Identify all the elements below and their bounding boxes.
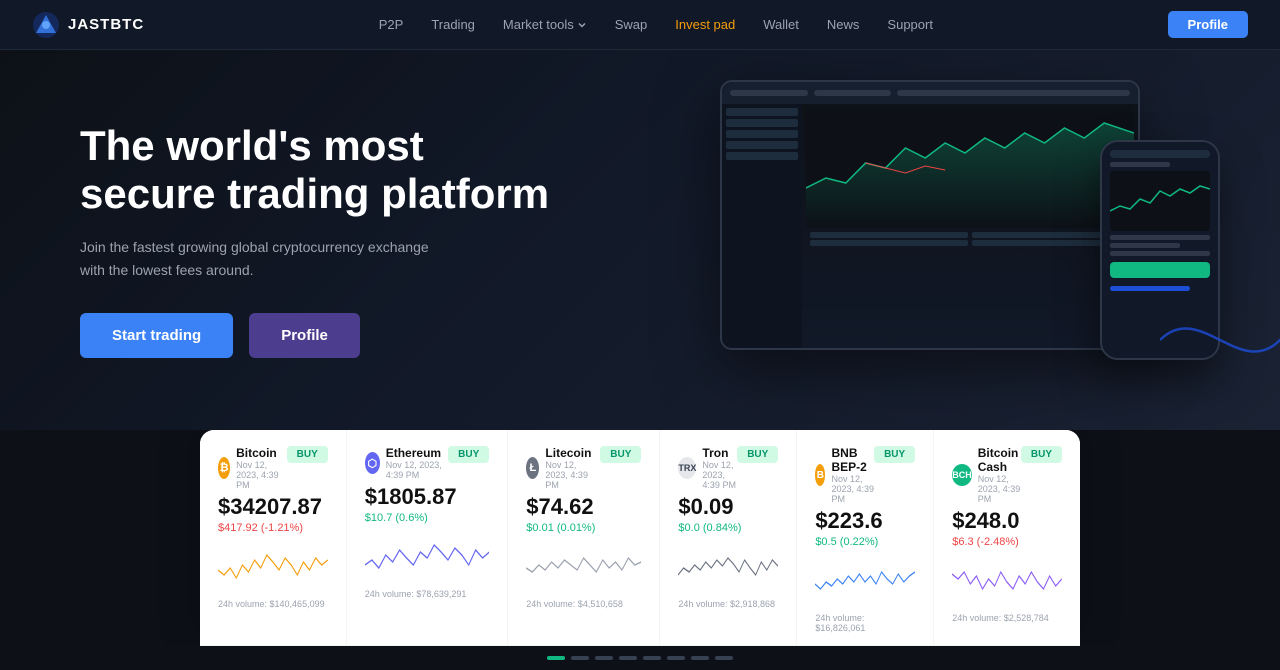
carousel-dot-7[interactable] xyxy=(691,656,709,660)
trx-chart xyxy=(678,540,778,595)
bnb-icon: B xyxy=(815,464,825,486)
hero-buttons: Start trading Profile xyxy=(80,313,549,358)
bch-volume: 24h volume: $2,528,784 xyxy=(952,613,1062,623)
hero-section: The world's most secure trading platform… xyxy=(0,50,1280,430)
eth-icon: ⬡ xyxy=(365,452,380,474)
carousel-dot-6[interactable] xyxy=(667,656,685,660)
eth-volume: 24h volume: $78,639,291 xyxy=(365,589,489,599)
bch-buy-button[interactable]: BUY xyxy=(1021,446,1062,463)
btc-change: $417.92 (-1.21%) xyxy=(218,522,328,534)
nav-p2p[interactable]: P2P xyxy=(379,17,404,32)
bnb-change: $0.5 (0.22%) xyxy=(815,536,915,548)
nav-trading[interactable]: Trading xyxy=(431,17,475,32)
bnb-name: BNB BEP-2 xyxy=(831,446,874,474)
trx-date: Nov 12, 2023, 4:39 PM xyxy=(702,460,737,490)
eth-chart xyxy=(365,530,489,585)
ticker-card-trx: TRX Tron Nov 12, 2023, 4:39 PM BUY $0.09… xyxy=(660,430,797,645)
hero-content: The world's most secure trading platform… xyxy=(80,122,549,358)
ticker-card-bch: BCH Bitcoin Cash Nov 12, 2023, 4:39 PM B… xyxy=(934,430,1080,645)
ltc-date: Nov 12, 2023, 4:39 PM xyxy=(545,460,600,490)
bnb-price: $223.6 xyxy=(815,508,915,534)
trx-volume: 24h volume: $2,918,868 xyxy=(678,599,778,609)
hero-tablet xyxy=(720,80,1140,350)
ticker-card-eth: ⬡ Ethereum Nov 12, 2023, 4:39 PM BUY $18… xyxy=(347,430,508,645)
bch-date: Nov 12, 2023, 4:39 PM xyxy=(978,474,1021,504)
trx-name: Tron xyxy=(702,446,737,460)
ticker-cards: ₿ Bitcoin Nov 12, 2023, 4:39 PM BUY $342… xyxy=(200,430,1080,646)
ticker-card-ltc: Ł Litecoin Nov 12, 2023, 4:39 PM BUY $74… xyxy=(508,430,660,645)
btc-name: Bitcoin xyxy=(236,446,287,460)
bch-name: Bitcoin Cash xyxy=(978,446,1021,474)
ltc-chart xyxy=(526,540,641,595)
btc-volume: 24h volume: $140,465,099 xyxy=(218,599,328,609)
nav-news[interactable]: News xyxy=(827,17,860,32)
ltc-volume: 24h volume: $4,510,658 xyxy=(526,599,641,609)
hero-wave-decoration xyxy=(1160,280,1280,400)
nav-links: P2P Trading Market tools Swap Invest pad… xyxy=(379,17,933,32)
hero-visual xyxy=(660,80,1240,400)
bch-price: $248.0 xyxy=(952,508,1062,534)
ticker-card-bnb: B BNB BEP-2 Nov 12, 2023, 4:39 PM BUY $2… xyxy=(797,430,934,645)
eth-date: Nov 12, 2023, 4:39 PM xyxy=(386,460,448,480)
trx-icon: TRX xyxy=(678,457,696,479)
carousel-dots xyxy=(0,646,1280,670)
nav-profile-button[interactable]: Profile xyxy=(1168,11,1248,38)
brand[interactable]: JASTBTC xyxy=(32,11,144,39)
bnb-volume: 24h volume: $16,826,061 xyxy=(815,613,915,633)
navbar: JASTBTC P2P Trading Market tools Swap In… xyxy=(0,0,1280,50)
eth-change: $10.7 (0.6%) xyxy=(365,512,489,524)
carousel-dot-1[interactable] xyxy=(547,656,565,660)
bch-chart xyxy=(952,554,1062,609)
hero-subtitle: Join the fastest growing global cryptocu… xyxy=(80,236,440,281)
btc-date: Nov 12, 2023, 4:39 PM xyxy=(236,460,287,490)
nav-support[interactable]: Support xyxy=(887,17,933,32)
carousel-dot-4[interactable] xyxy=(619,656,637,660)
btc-price: $34207.87 xyxy=(218,494,328,520)
bnb-date: Nov 12, 2023, 4:39 PM xyxy=(831,474,874,504)
btc-buy-button[interactable]: BUY xyxy=(287,446,328,463)
hero-title: The world's most secure trading platform xyxy=(80,122,549,219)
trx-price: $0.09 xyxy=(678,494,778,520)
bch-icon: BCH xyxy=(952,464,972,486)
carousel-dot-3[interactable] xyxy=(595,656,613,660)
nav-swap[interactable]: Swap xyxy=(615,17,648,32)
nav-invest-pad[interactable]: Invest pad xyxy=(675,17,735,32)
bch-change: $6.3 (-2.48%) xyxy=(952,536,1062,548)
carousel-dot-2[interactable] xyxy=(571,656,589,660)
chevron-down-icon xyxy=(577,20,587,30)
start-trading-button[interactable]: Start trading xyxy=(80,313,233,358)
ltc-change: $0.01 (0.01%) xyxy=(526,522,641,534)
nav-market-tools[interactable]: Market tools xyxy=(503,17,587,32)
carousel-dot-5[interactable] xyxy=(643,656,661,660)
trx-change: $0.0 (0.84%) xyxy=(678,522,778,534)
nav-wallet[interactable]: Wallet xyxy=(763,17,799,32)
ltc-icon: Ł xyxy=(526,457,539,479)
carousel-dot-8[interactable] xyxy=(715,656,733,660)
btc-icon: ₿ xyxy=(218,457,230,479)
ticker-card-btc: ₿ Bitcoin Nov 12, 2023, 4:39 PM BUY $342… xyxy=(200,430,347,645)
ticker-wrapper: ₿ Bitcoin Nov 12, 2023, 4:39 PM BUY $342… xyxy=(0,430,1280,646)
ltc-price: $74.62 xyxy=(526,494,641,520)
ticker-section: ₿ Bitcoin Nov 12, 2023, 4:39 PM BUY $342… xyxy=(200,430,1080,646)
eth-buy-button[interactable]: BUY xyxy=(448,446,489,463)
trx-buy-button[interactable]: BUY xyxy=(737,446,778,463)
profile-button[interactable]: Profile xyxy=(249,313,360,358)
brand-name: JASTBTC xyxy=(68,16,144,33)
bnb-buy-button[interactable]: BUY xyxy=(874,446,915,463)
ltc-buy-button[interactable]: BUY xyxy=(600,446,641,463)
eth-price: $1805.87 xyxy=(365,484,489,510)
logo-icon xyxy=(32,11,60,39)
eth-name: Ethereum xyxy=(386,446,448,460)
btc-chart xyxy=(218,540,328,595)
bnb-chart xyxy=(815,554,915,609)
ltc-name: Litecoin xyxy=(545,446,600,460)
